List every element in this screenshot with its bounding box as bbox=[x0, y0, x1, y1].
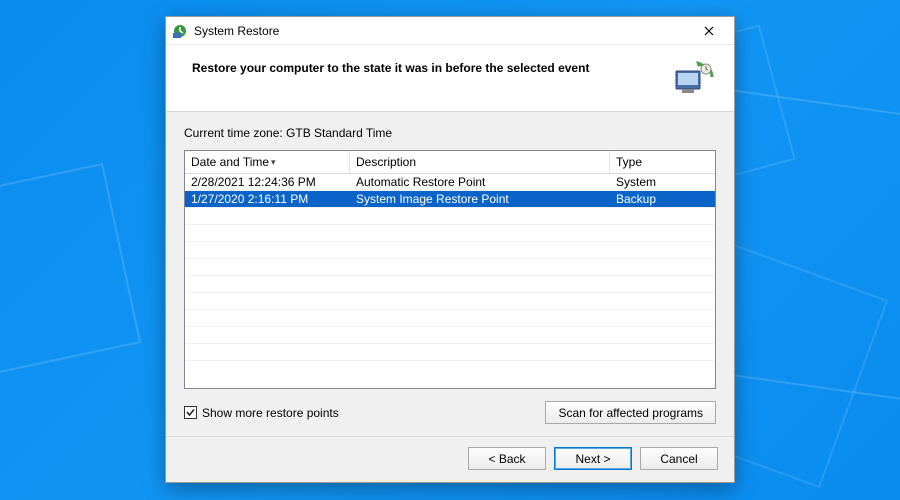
show-more-checkbox[interactable]: Show more restore points bbox=[184, 406, 545, 420]
sort-descending-icon: ▾ bbox=[271, 158, 276, 167]
header-section: Restore your computer to the state it wa… bbox=[166, 45, 734, 112]
table-row[interactable]: 1/27/2020 2:16:11 PMSystem Image Restore… bbox=[185, 191, 715, 208]
table-body: 2/28/2021 12:24:36 PMAutomatic Restore P… bbox=[185, 174, 715, 388]
column-header-label: Type bbox=[616, 155, 642, 169]
cell-type: Backup bbox=[610, 191, 715, 207]
wizard-footer: < Back Next > Cancel bbox=[166, 436, 734, 482]
below-table-row: Show more restore points Scan for affect… bbox=[184, 389, 716, 428]
restore-graphic-icon bbox=[672, 59, 716, 99]
column-header-type[interactable]: Type bbox=[610, 151, 715, 173]
system-restore-window: System Restore Restore your computer to … bbox=[165, 16, 735, 483]
cancel-button[interactable]: Cancel bbox=[640, 447, 718, 470]
next-button[interactable]: Next > bbox=[554, 447, 632, 470]
window-title: System Restore bbox=[194, 24, 690, 38]
column-header-date[interactable]: Date and Time ▾ bbox=[185, 151, 350, 173]
column-header-label: Description bbox=[356, 155, 416, 169]
table-row-empty bbox=[185, 344, 715, 361]
table-row-empty bbox=[185, 310, 715, 327]
column-header-description[interactable]: Description bbox=[350, 151, 610, 173]
system-restore-icon bbox=[172, 23, 188, 39]
table-row-empty bbox=[185, 276, 715, 293]
back-button[interactable]: < Back bbox=[468, 447, 546, 470]
close-icon bbox=[704, 26, 714, 36]
cell-description: Automatic Restore Point bbox=[350, 174, 610, 190]
cell-type: System bbox=[610, 174, 715, 190]
checkbox-label: Show more restore points bbox=[202, 406, 339, 420]
table-row-empty bbox=[185, 293, 715, 310]
column-header-label: Date and Time bbox=[191, 155, 269, 169]
table-row-empty bbox=[185, 225, 715, 242]
body-section: Current time zone: GTB Standard Time Dat… bbox=[166, 112, 734, 436]
close-button[interactable] bbox=[690, 19, 728, 43]
table-row[interactable]: 2/28/2021 12:24:36 PMAutomatic Restore P… bbox=[185, 174, 715, 191]
table-row-empty bbox=[185, 208, 715, 225]
table-row-empty bbox=[185, 259, 715, 276]
cell-date: 1/27/2020 2:16:11 PM bbox=[185, 191, 350, 207]
timezone-label: Current time zone: GTB Standard Time bbox=[184, 126, 716, 140]
table-row-empty bbox=[185, 327, 715, 344]
scan-affected-button[interactable]: Scan for affected programs bbox=[545, 401, 716, 424]
table-header: Date and Time ▾ Description Type bbox=[185, 151, 715, 174]
cell-date: 2/28/2021 12:24:36 PM bbox=[185, 174, 350, 190]
page-heading: Restore your computer to the state it wa… bbox=[192, 59, 662, 75]
check-icon bbox=[184, 406, 197, 419]
cell-description: System Image Restore Point bbox=[350, 191, 610, 207]
restore-points-table: Date and Time ▾ Description Type 2/28/20… bbox=[184, 150, 716, 389]
titlebar: System Restore bbox=[166, 17, 734, 45]
table-row-empty bbox=[185, 242, 715, 259]
